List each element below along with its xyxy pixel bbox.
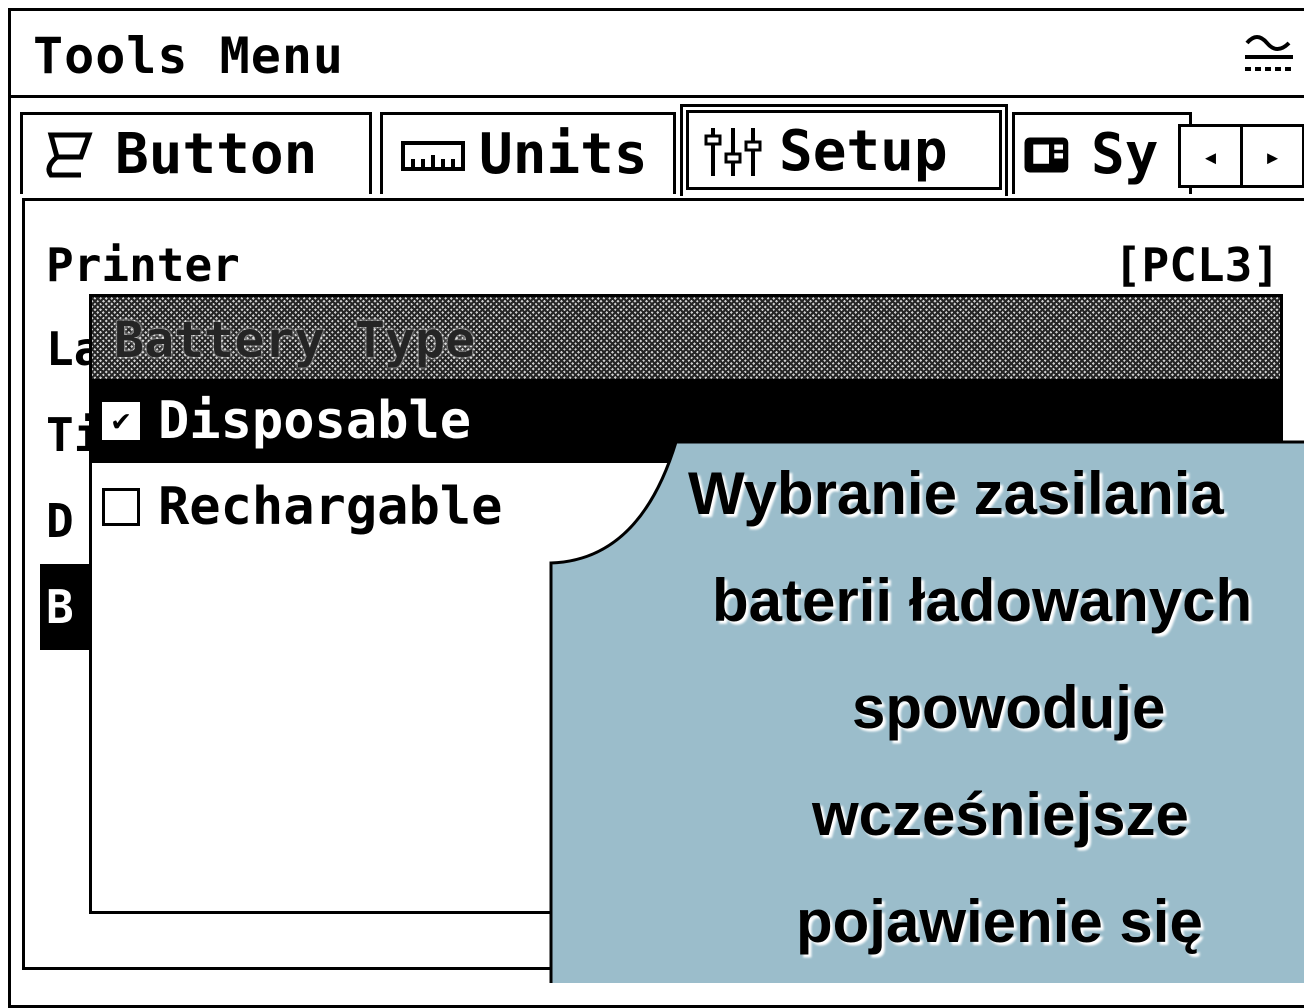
dialog-title-bar: Battery Type <box>92 297 1280 379</box>
callout-text: Wybranie zasilania baterii ładowanych sp… <box>560 440 1304 975</box>
ruler-icon <box>401 140 465 171</box>
tab-system[interactable]: Sy <box>1012 112 1192 194</box>
tab-scroll-right-button[interactable]: ▸ <box>1243 127 1304 185</box>
callout-line-4: wcześniejsze <box>812 781 1189 848</box>
setting-label-printer[interactable]: Printer <box>46 238 240 292</box>
callout-line-5: pojawienie się <box>796 888 1203 955</box>
tab-label-units: Units <box>479 122 648 187</box>
sliders-icon <box>704 127 762 176</box>
tab-scroll-buttons: ◂ ▸ <box>1178 124 1304 188</box>
setting-label-5: B <box>46 580 74 634</box>
setting-value-printer: [PCL3] <box>1113 238 1280 292</box>
tab-button[interactable]: Button <box>20 112 372 194</box>
dialog-title: Battery Type <box>114 311 476 369</box>
setting-row-selected[interactable]: B <box>40 564 96 650</box>
tab-units[interactable]: Units <box>380 112 676 194</box>
option-label-disposable: Disposable <box>158 391 472 451</box>
title-bar: Tools Menu <box>11 11 1304 98</box>
callout-line-3: spowoduje <box>852 674 1166 741</box>
tab-setup[interactable]: Setup <box>680 104 1008 196</box>
tab-label-button: Button <box>115 122 318 187</box>
system-icon <box>1024 137 1069 172</box>
callout-line-1: Wybranie zasilania <box>688 460 1224 527</box>
tab-scroll-left-button[interactable]: ◂ <box>1181 127 1243 185</box>
window-title: Tools Menu <box>33 27 345 85</box>
option-label-rechargable: Rechargable <box>158 477 503 537</box>
tab-label-system: Sy <box>1091 122 1159 187</box>
button-icon <box>46 132 93 177</box>
setting-label-4[interactable]: D <box>46 494 74 548</box>
tab-label-setup: Setup <box>779 119 948 184</box>
checkbox-checked-icon[interactable]: ✔ <box>102 402 140 440</box>
callout-line-2: baterii ładowanych <box>712 567 1253 634</box>
checkbox-unchecked-icon[interactable] <box>102 488 140 526</box>
pen-signal-icon[interactable] <box>1237 23 1297 83</box>
